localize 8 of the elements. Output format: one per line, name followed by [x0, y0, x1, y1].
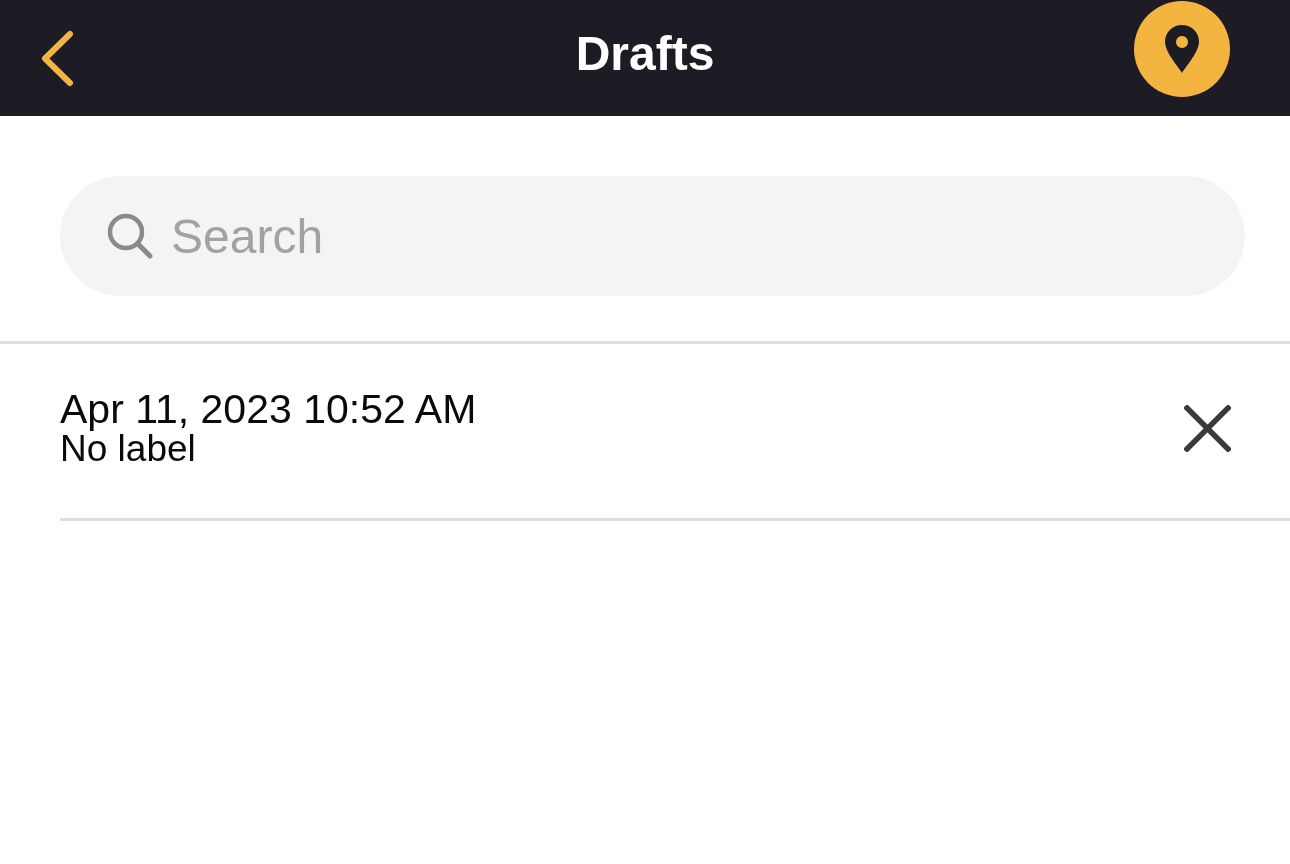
- back-chevron-icon[interactable]: [40, 29, 74, 87]
- draft-label: No label: [60, 430, 196, 468]
- search-field[interactable]: Search: [60, 176, 1245, 296]
- search-icon: [107, 213, 153, 259]
- draft-date[interactable]: Apr 11, 2023 10:52 AM: [60, 388, 477, 430]
- close-icon[interactable]: [1184, 404, 1231, 452]
- screen-title: Drafts: [575, 26, 715, 82]
- map-pin-icon: [1165, 25, 1199, 73]
